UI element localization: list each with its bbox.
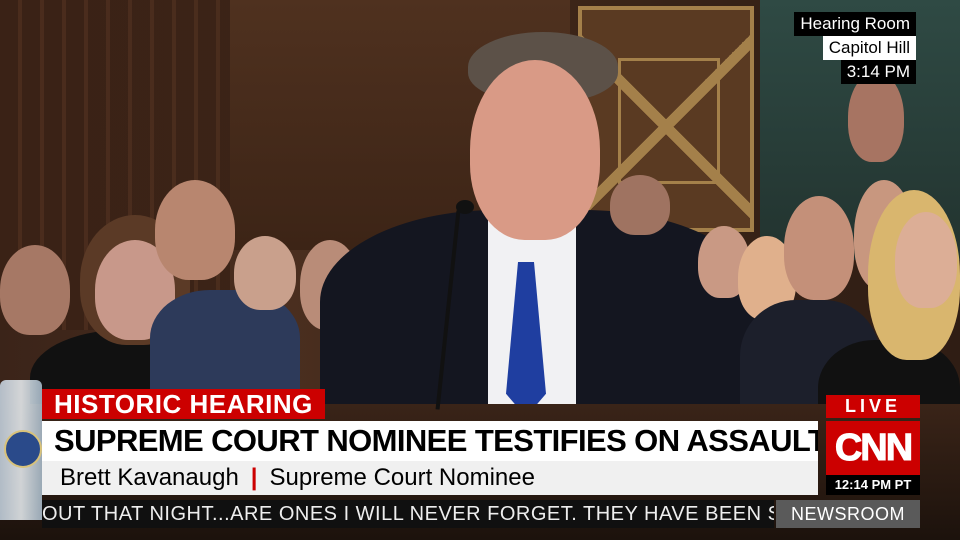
cnn-logo-text: CNN <box>834 426 913 469</box>
speaker-name: Brett Kavanaugh <box>60 464 239 491</box>
audience-member-face <box>784 196 854 300</box>
audience-member-face <box>610 175 670 235</box>
ticker-text: OUT THAT NIGHT...ARE ONES I WILL NEVER F… <box>42 503 774 525</box>
audience-member-face <box>155 180 235 280</box>
name-separator: | <box>250 464 258 491</box>
audience-member-face <box>848 72 904 162</box>
live-badge: LIVE <box>826 395 920 418</box>
audience-member-face <box>895 212 957 308</box>
microphone-icon <box>456 200 474 214</box>
audience-member-face <box>0 245 70 335</box>
location-time: 3:14 PM <box>840 60 916 84</box>
news-ticker: OUT THAT NIGHT...ARE ONES I WILL NEVER F… <box>42 500 774 528</box>
banner-tag: HISTORIC HEARING <box>42 389 325 419</box>
headline-banner: SUPREME COURT NOMINEE TESTIFIES ON ASSAU… <box>42 421 818 461</box>
audience-member-face <box>234 236 296 310</box>
location-place: Capitol Hill <box>822 36 916 60</box>
location-room: Hearing Room <box>794 12 916 36</box>
location-bug: Hearing Room Capitol Hill 3:14 PM <box>794 12 916 84</box>
network-clock: 12:14 PM PT <box>826 475 920 495</box>
name-bar: Brett Kavanaugh | Supreme Court Nominee <box>42 461 818 495</box>
speaker-title: Supreme Court Nominee <box>269 464 535 491</box>
speaker-face <box>470 60 600 240</box>
senate-seal-icon <box>4 430 42 468</box>
cnn-logo: CNN <box>826 421 920 475</box>
show-name: NEWSROOM <box>776 500 920 528</box>
